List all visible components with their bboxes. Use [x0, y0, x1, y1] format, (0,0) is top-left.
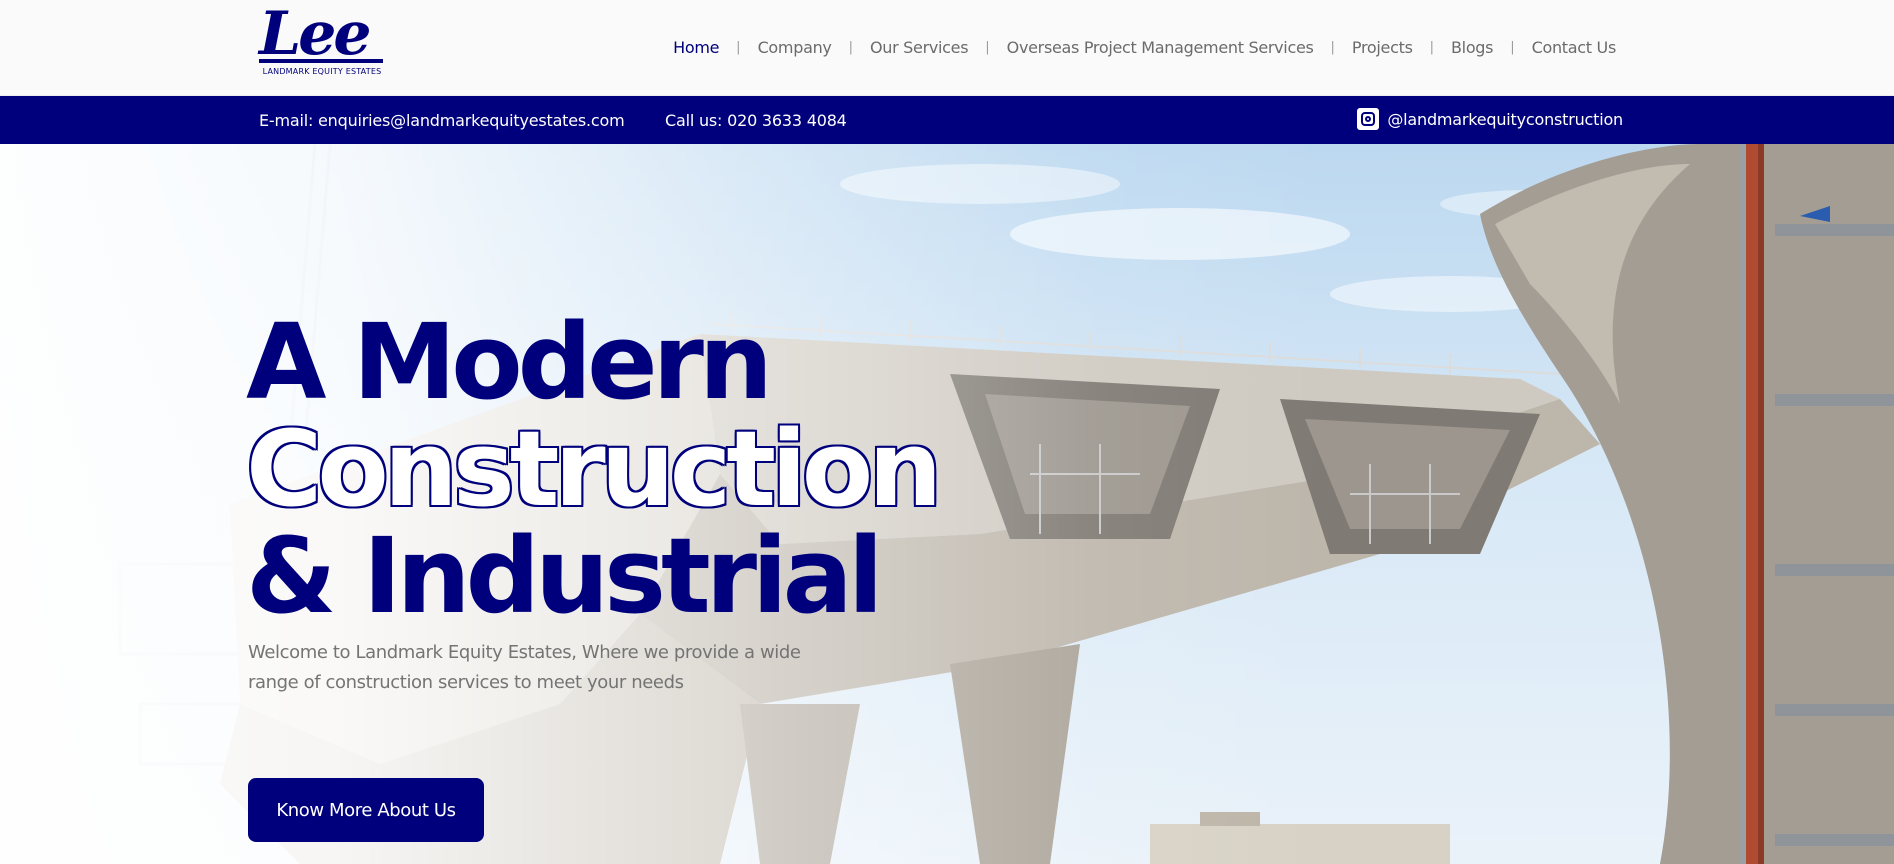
hero-heading-line-1: A Modern — [246, 301, 773, 423]
hero-heading-line-3: & Industrial — [246, 515, 884, 637]
nav-item-overseas-project-management[interactable]: Overseas Project Management Services — [1007, 38, 1314, 57]
nav-item-contact-us[interactable]: Contact Us — [1532, 38, 1617, 57]
nav-separator: | — [1510, 39, 1515, 55]
contact-bar: E-mail: enquiries@landmarkequityestates.… — [0, 96, 1894, 144]
nav-separator: | — [736, 39, 741, 55]
email-link[interactable]: E-mail: enquiries@landmarkequityestates.… — [259, 111, 625, 130]
instagram-link[interactable]: @landmarkequityconstruction — [1357, 108, 1623, 130]
nav-separator: | — [1429, 39, 1434, 55]
nav-item-projects[interactable]: Projects — [1352, 38, 1413, 57]
phone-link[interactable]: Call us: 020 3633 4084 — [665, 111, 847, 130]
instagram-handle: @landmarkequityconstruction — [1387, 109, 1623, 129]
nav-item-our-services[interactable]: Our Services — [870, 38, 969, 57]
hero-section: A Modern Construction & Industrial Welco… — [0, 144, 1894, 864]
hero-description: Welcome to Landmark Equity Estates, Wher… — [248, 642, 801, 693]
main-nav: Home | Company | Our Services | Overseas… — [673, 36, 1616, 58]
instagram-icon — [1357, 108, 1380, 130]
logo-mark: Lee — [259, 0, 372, 69]
nav-item-home[interactable]: Home — [673, 38, 719, 57]
logo-subtitle: LANDMARK EQUITY ESTATES — [262, 67, 382, 76]
logo[interactable]: Lee LANDMARK EQUITY ESTATES — [259, 1, 385, 79]
hero-heading-line-2: Construction — [246, 408, 942, 530]
nav-item-blogs[interactable]: Blogs — [1451, 38, 1494, 57]
know-more-button[interactable]: Know More About Us — [248, 778, 484, 842]
logo-underline — [259, 59, 383, 63]
nav-separator: | — [848, 39, 853, 55]
nav-item-company[interactable]: Company — [758, 38, 832, 57]
site-header: Lee LANDMARK EQUITY ESTATES Home | Compa… — [0, 0, 1894, 96]
hero-heading: A Modern Construction & Industrial — [246, 301, 942, 637]
nav-separator: | — [1330, 39, 1335, 55]
nav-separator: | — [985, 39, 990, 55]
